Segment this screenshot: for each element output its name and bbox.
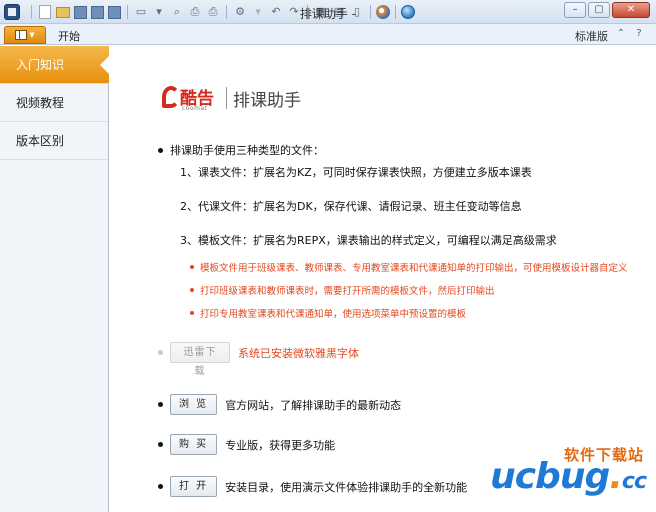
template-note-1: 模板文件用于班级课表、教师课表、专用教室课表和代课通知单的打印输出，可使用模板设…	[190, 260, 628, 274]
ribbon-tab-bar: ▼ 开始 标准版 ⌃ ?	[0, 24, 656, 45]
dropdown-arrow-icon[interactable]: ▾	[250, 4, 266, 20]
toolbar-separator	[226, 5, 227, 19]
dropdown-arrow-icon[interactable]: ▾	[151, 4, 167, 20]
file-menu-button[interactable]: ▼	[4, 26, 46, 44]
grid-icon[interactable]: ▦	[313, 4, 329, 20]
nav-item-intro[interactable]: 入门知识	[0, 46, 109, 84]
nav-item-versions[interactable]: 版本区别	[0, 122, 108, 160]
print-icon[interactable]: ⎙	[187, 4, 203, 20]
bullet-icon	[190, 265, 194, 269]
toolbar-separator	[31, 5, 32, 19]
toolbar-separator	[127, 5, 128, 19]
window-controls: – ▢ ✕	[564, 2, 650, 18]
toolbar-separator	[370, 5, 371, 19]
left-nav: 入门知识 视频教程 版本区别	[0, 46, 109, 512]
save-icon[interactable]	[74, 5, 87, 19]
intro-text: 排课助手使用三种类型的文件：	[170, 144, 324, 157]
open-button[interactable]: 打 开	[170, 476, 218, 497]
undo-icon[interactable]: ↶	[268, 4, 284, 20]
bullet-icon	[158, 147, 163, 153]
template-note-2: 打印班级课表和教师课表时，需要打开所需的模板文件，然后打印输出	[190, 283, 495, 297]
maximize-button[interactable]: ▢	[588, 2, 610, 18]
font-status-text: 系统已安装微软雅黑字体	[238, 346, 359, 360]
template-note-text: 打印专用教室课表和代课通知单，使用选项菜单中预设置的模板	[200, 309, 467, 320]
product-title: 排课助手	[233, 90, 301, 111]
help-icon[interactable]: ?	[632, 27, 646, 41]
action-row-purchase: 购 买 专业版，获得更多功能	[158, 434, 335, 455]
action-text: 安装目录，使用演示文件体验排课助手的全新功能	[225, 480, 468, 494]
template-note-3: 打印专用教室课表和代课通知单，使用选项菜单中预设置的模板	[190, 306, 466, 320]
file-type-kz: 1、课表文件：扩展名为KZ，可同时保存课表快照，方便建立多版本课表	[180, 166, 532, 179]
new-file-icon[interactable]	[39, 5, 51, 19]
logo-divider	[226, 87, 227, 109]
toolbar-separator	[307, 5, 308, 19]
file-type-dk: 2、代课文件：扩展名为DK，保存代课、请假记录、班主任变动等信息	[180, 200, 522, 213]
quick-print-icon[interactable]: ⎙	[205, 4, 221, 20]
tab-start[interactable]: 开始	[58, 28, 80, 44]
bullet-icon	[158, 402, 163, 407]
brand-swirl-icon	[162, 86, 180, 108]
app-icon[interactable]	[4, 4, 20, 20]
open-folder-icon[interactable]	[56, 6, 70, 18]
web-globe-icon[interactable]	[401, 5, 415, 19]
file-type-repx: 3、模板文件：扩展名为REPX，课表输出的样式定义，可编程以满足高级需求	[180, 234, 557, 247]
redo-icon[interactable]: ↷	[286, 4, 302, 20]
template-note-text: 模板文件用于班级课表、教师课表、专用教室课表和代课通知单的打印输出，可使用模板设…	[200, 263, 628, 274]
close-button[interactable]: ✕	[612, 2, 650, 18]
toolbar-separator	[395, 5, 396, 19]
brand-logo: 酷告 coomat 排课助手	[162, 82, 301, 114]
bullet-icon	[190, 311, 194, 315]
chevron-down-icon: ▼	[29, 31, 35, 39]
app-orb-icon[interactable]	[376, 5, 390, 19]
action-text: 官方网站，了解排课助手的最新动态	[225, 398, 402, 412]
quick-access-toolbar: ▭ ▾ ⌕ ⎙ ⎙ ⚙ ▾ ↶ ↷ ▦ ▤ ▯	[28, 3, 415, 21]
title-bar: ▭ ▾ ⌕ ⎙ ⎙ ⚙ ▾ ↶ ↷ ▦ ▤ ▯ 排课助手 - – ▢ ✕	[0, 0, 656, 24]
save-as-icon[interactable]	[91, 5, 104, 19]
bullet-icon	[158, 350, 163, 355]
font-row: 迅雷下载 系统已安装微软雅黑字体	[158, 342, 359, 377]
action-row-website: 浏 览 官方网站，了解排课助手的最新动态	[158, 394, 401, 415]
thunder-download-button[interactable]: 迅雷下载	[170, 342, 230, 377]
save-all-icon[interactable]	[108, 5, 121, 19]
edition-label: 标准版	[575, 30, 608, 43]
main-content: 酷告 coomat 排课助手 排课助手使用三种类型的文件： 1、课表文件：扩展名…	[110, 46, 656, 512]
file-menu-icon	[15, 30, 28, 40]
action-row-open: 打 开 安装目录，使用演示文件体验排课助手的全新功能	[158, 476, 467, 497]
nav-item-video[interactable]: 视频教程	[0, 84, 108, 122]
collapse-ribbon-icon[interactable]: ⌃	[614, 27, 628, 41]
buy-button[interactable]: 购 买	[170, 434, 218, 455]
brand-name-en: coomat	[182, 105, 208, 112]
minimize-button[interactable]: –	[564, 2, 586, 18]
print-preview-icon[interactable]: ▭	[133, 4, 149, 20]
intro-line: 排课助手使用三种类型的文件：	[158, 142, 324, 158]
brand-logo-mark: 酷告 coomat	[162, 82, 224, 114]
table-icon[interactable]: ▤	[331, 4, 347, 20]
bullet-icon	[158, 484, 163, 489]
document-icon[interactable]: ▯	[349, 4, 365, 20]
bullet-icon	[190, 288, 194, 292]
browse-button[interactable]: 浏 览	[170, 394, 218, 415]
template-note-text: 打印班级课表和教师课表时，需要打开所需的模板文件，然后打印输出	[200, 286, 495, 297]
zoom-icon[interactable]: ⌕	[169, 4, 185, 20]
settings-icon[interactable]: ⚙	[232, 4, 248, 20]
bullet-icon	[158, 442, 163, 447]
action-text: 专业版，获得更多功能	[225, 438, 336, 452]
